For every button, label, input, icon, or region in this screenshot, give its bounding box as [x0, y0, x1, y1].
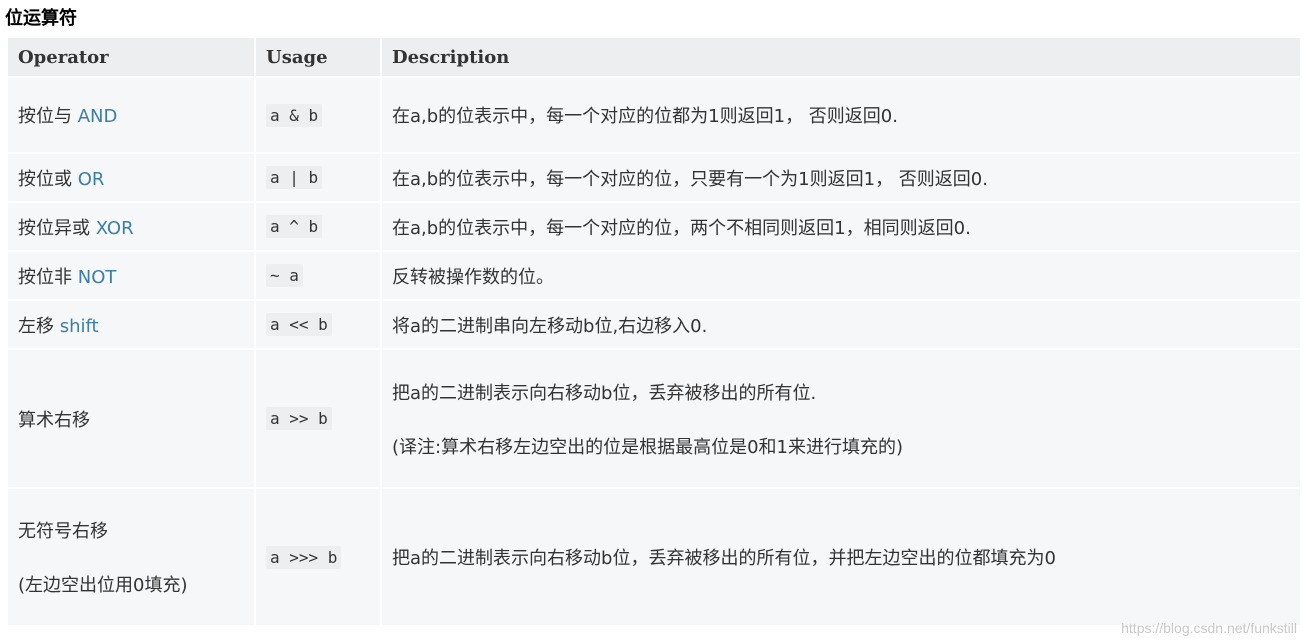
table-row: 按位异或 XOR a ^ b 在a,b的位表示中，每一个对应的位，两个不相同则返… — [8, 203, 1300, 250]
operator-name: 无符号右移 — [18, 521, 108, 542]
usage-code: a | b — [266, 166, 323, 189]
operator-name: 按位异或 — [18, 217, 90, 239]
usage-cell: a & b — [256, 78, 380, 152]
operator-note: (左边空出位用0填充) — [18, 575, 188, 596]
operator-cell: 算术右移 — [8, 350, 254, 487]
operator-name: 按位非 — [18, 266, 72, 288]
operator-name: 左移 — [18, 315, 54, 337]
operator-en: shift — [59, 315, 99, 337]
usage-code: a >> b — [266, 407, 332, 430]
header-description: Description — [382, 38, 1300, 76]
table-row: 按位与 AND a & b 在a,b的位表示中，每一个对应的位都为1则返回1， … — [8, 78, 1300, 152]
header-usage: Usage — [256, 38, 380, 76]
table-row: 无符号右移 (左边空出位用0填充) a >>> b 把a的二进制表示向右移动b位… — [8, 489, 1300, 625]
description-note: (译注:算术右移左边空出的位是根据最高位是0和1来进行填充的) — [392, 436, 904, 458]
operator-en: OR — [77, 168, 105, 190]
usage-cell: ~ a — [256, 252, 380, 299]
description-text: 把a的二进制表示向右移动b位，丢弃被移出的所有位. — [392, 382, 817, 404]
operator-cell: 按位与 AND — [8, 78, 254, 152]
description-cell: 把a的二进制表示向右移动b位，丢弃被移出的所有位. (译注:算术右移左边空出的位… — [382, 350, 1300, 487]
operator-en: AND — [77, 106, 118, 127]
usage-cell: a << b — [256, 301, 380, 348]
table-header-row: Operator Usage Description — [8, 38, 1300, 76]
operator-en: XOR — [95, 217, 134, 239]
operator-cell: 左移 shift — [8, 301, 254, 348]
watermark: https://blog.csdn.net/funkstill — [1121, 620, 1297, 636]
table-row: 按位或 OR a | b 在a,b的位表示中，每一个对应的位，只要有一个为1则返… — [8, 154, 1300, 201]
operator-cell: 无符号右移 (左边空出位用0填充) — [8, 489, 254, 625]
usage-code: a ^ b — [266, 215, 323, 238]
usage-cell: a ^ b — [256, 203, 380, 250]
description-cell: 在a,b的位表示中，每一个对应的位，只要有一个为1则返回1， 否则返回0. — [382, 154, 1300, 201]
operator-name: 算术右移 — [18, 409, 90, 431]
operators-table: Operator Usage Description 按位与 AND a & b… — [6, 36, 1302, 627]
usage-code: ~ a — [266, 264, 303, 287]
usage-cell: a >> b — [256, 350, 380, 487]
operator-name: 按位与 — [18, 106, 72, 127]
description-cell: 将a的二进制串向左移动b位,右边移入0. — [382, 301, 1300, 348]
header-operator: Operator — [8, 38, 254, 76]
table-row: 左移 shift a << b 将a的二进制串向左移动b位,右边移入0. — [8, 301, 1300, 348]
usage-cell: a >>> b — [256, 489, 380, 625]
usage-cell: a | b — [256, 154, 380, 201]
description-cell: 反转被操作数的位。 — [382, 252, 1300, 299]
operator-en: NOT — [77, 266, 117, 288]
usage-code: a & b — [266, 103, 323, 127]
usage-code: a >>> b — [266, 545, 342, 569]
operator-cell: 按位异或 XOR — [8, 203, 254, 250]
section-title: 位运算符 — [5, 8, 77, 29]
table-row: 按位非 NOT ~ a 反转被操作数的位。 — [8, 252, 1300, 299]
operator-name: 按位或 — [18, 168, 72, 190]
usage-code: a << b — [266, 313, 332, 336]
description-cell: 在a,b的位表示中，每一个对应的位，两个不相同则返回1，相同则返回0. — [382, 203, 1300, 250]
operator-cell: 按位非 NOT — [8, 252, 254, 299]
description-cell: 在a,b的位表示中，每一个对应的位都为1则返回1， 否则返回0. — [382, 78, 1300, 152]
description-cell: 把a的二进制表示向右移动b位，丢弃被移出的所有位，并把左边空出的位都填充为0 — [382, 489, 1300, 625]
operator-cell: 按位或 OR — [8, 154, 254, 201]
table-row: 算术右移 a >> b 把a的二进制表示向右移动b位，丢弃被移出的所有位. (译… — [8, 350, 1300, 487]
